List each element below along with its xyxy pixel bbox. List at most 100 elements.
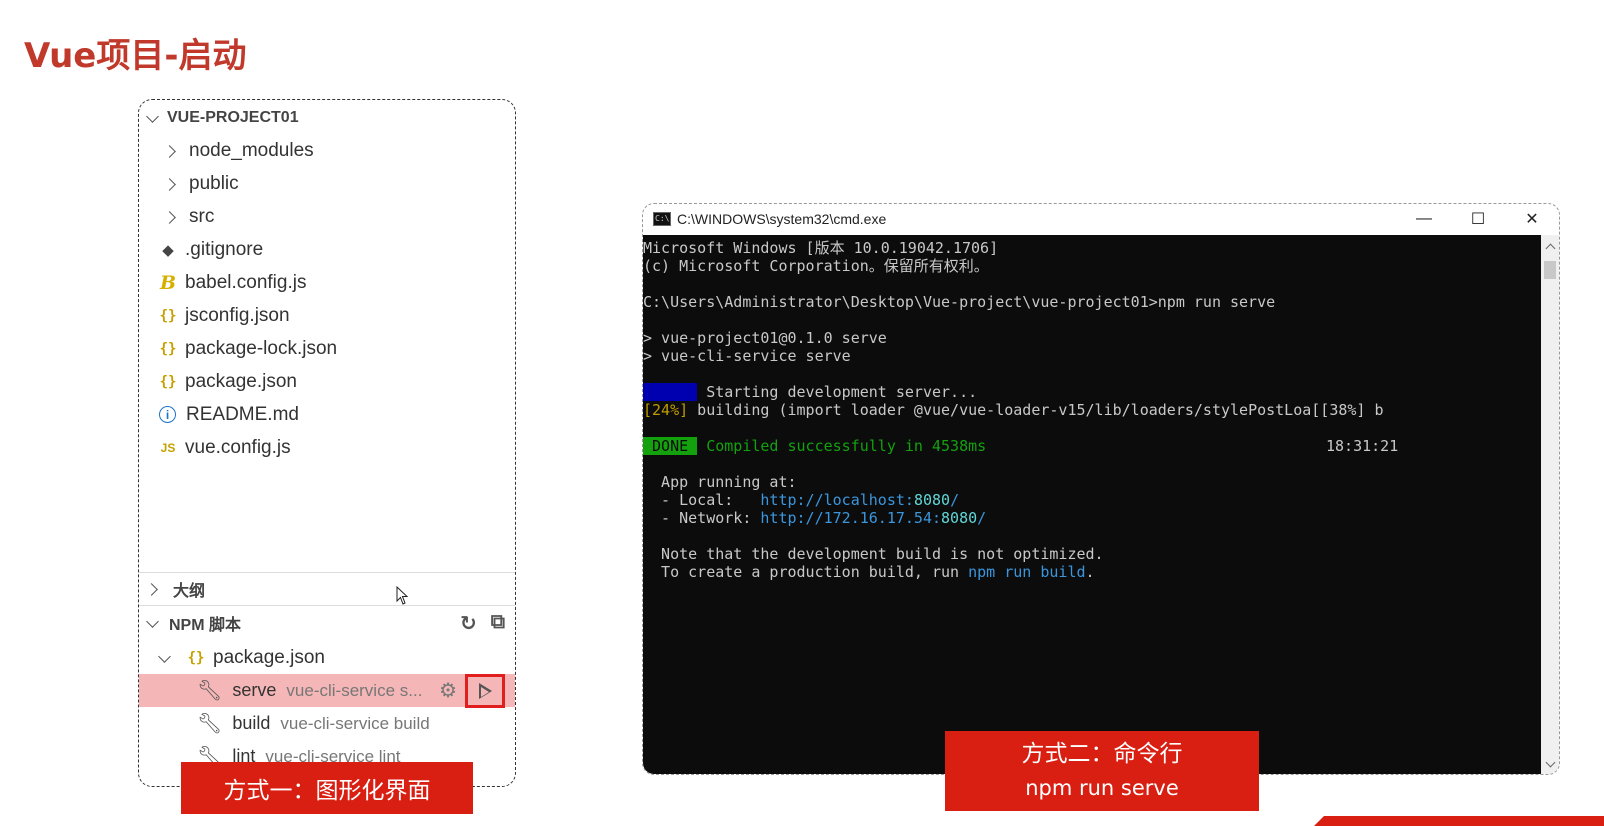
script-name: serve (232, 680, 277, 700)
json-icon: {} (159, 307, 177, 324)
chevron-right-icon (165, 177, 179, 191)
network-url: http://172.16.17.54: (760, 509, 942, 527)
cmd-title: C:\WINDOWS\system32\cmd.exe (677, 211, 887, 227)
caption-method-gui: 方式一：图形化界面 (181, 762, 473, 814)
script-command: vue-cli-service s... (286, 680, 423, 700)
refresh-icon[interactable]: ↻ (460, 611, 477, 636)
tree-item-label: README.md (186, 403, 299, 425)
run-script-button[interactable] (465, 674, 505, 708)
json-icon: {} (187, 649, 205, 666)
tree-item-file[interactable]: {} package-lock.json (139, 332, 515, 365)
json-icon: {} (159, 340, 177, 357)
tree-item-label: jsconfig.json (185, 304, 290, 326)
info-icon: i (159, 406, 176, 423)
scroll-down-icon[interactable] (1545, 757, 1556, 768)
npm-scripts-section[interactable]: NPM 脚本 ↻ ⧉ (139, 609, 515, 637)
caption-text: 方式一：图形化界面 (223, 778, 431, 804)
caption-text: 方式二：命令行 (1021, 741, 1183, 767)
cmd-titlebar[interactable]: C:\ C:\WINDOWS\system32\cmd.exe — ☐ ✕ (643, 204, 1559, 234)
terminal-text: To create a production build, run (643, 563, 969, 581)
progress-percent: [24%] (643, 401, 689, 419)
cmd-app-icon: C:\ (653, 212, 671, 226)
tree-item-file[interactable]: i README.md (139, 398, 515, 431)
minimize-icon[interactable]: — (1397, 204, 1451, 234)
tree-item-label: src (189, 205, 215, 227)
npm-package-item[interactable]: {} package.json (139, 641, 515, 674)
terminal-line: C:\Users\Administrator\Desktop\Vue-proje… (643, 293, 1276, 311)
local-port: 8080 (913, 491, 951, 509)
wrench-icon: 🔧︎ (197, 713, 223, 735)
caption-command: npm run serve (1025, 776, 1179, 800)
script-name: build (232, 713, 271, 733)
tree-item-file[interactable]: {} package.json (139, 365, 515, 398)
terminal-line: Note that the development build is not o… (643, 545, 1104, 563)
build-time: 18:31:21 (1326, 437, 1399, 455)
terminal-text: . (1085, 563, 1095, 581)
tree-item-folder[interactable]: src (139, 200, 515, 233)
tree-item-folder[interactable]: public (139, 167, 515, 200)
divider (139, 605, 515, 606)
cmd-window: C:\ C:\WINDOWS\system32\cmd.exe — ☐ ✕ Mi… (642, 203, 1560, 775)
terminal-line: To create a production build, run npm ru… (643, 563, 1543, 581)
terminal-line: DONE Compiled successfully in 4538ms 18:3… (643, 437, 1543, 455)
terminal-output[interactable]: Microsoft Windows [版本 10.0.19042.1706] (c… (643, 235, 1543, 774)
tree-item-label: vue.config.js (185, 436, 291, 458)
explorer-panel: VUE-PROJECT01 node_modules public src ◆ … (138, 99, 516, 787)
npm-script-build[interactable]: 🔧︎ build vue-cli-service build (139, 707, 515, 740)
terminal-line: [24%] building (import loader @vue/vue-l… (643, 401, 1543, 419)
chevron-down-icon (157, 651, 171, 665)
tree-item-folder[interactable]: node_modules (139, 134, 515, 167)
tree-item-label: babel.config.js (185, 271, 307, 293)
build-command: npm run build (968, 563, 1086, 581)
debug-icon[interactable]: ⚙ (439, 678, 457, 703)
terminal-text: Starting development server... (697, 383, 978, 401)
tree-item-label: public (189, 172, 239, 194)
close-icon[interactable]: ✕ (1505, 204, 1559, 234)
terminal-line: - Network: http://172.16.17.54:8080/ (643, 509, 1543, 527)
npm-actions: ↻ ⧉ (460, 611, 505, 636)
npm-script-serve[interactable]: 🔧︎ serve vue-cli-service s... ⚙ (139, 674, 515, 708)
tree-item-file[interactable]: {} jsconfig.json (139, 299, 515, 332)
tree-item-file[interactable]: B babel.config.js (139, 266, 515, 299)
done-tag: DONE (643, 437, 698, 455)
chevron-right-icon (165, 144, 179, 158)
tree-item-file[interactable]: JS vue.config.js (139, 431, 515, 464)
script-command: vue-cli-service build (280, 713, 430, 733)
npm-scripts-label: NPM 脚本 (169, 617, 242, 634)
terminal-text: building (import loader @vue/vue-loader-… (688, 401, 1384, 419)
divider (139, 572, 515, 573)
tree-item-label: package-lock.json (185, 337, 338, 359)
network-port: 8080 (941, 509, 978, 527)
tree-item-label: package.json (185, 370, 297, 392)
npm-package-label: package.json (213, 646, 325, 668)
terminal-text: - Local: (643, 491, 761, 509)
outline-section[interactable]: 大纲 (139, 575, 515, 603)
terminal-text: - Network: (643, 509, 761, 527)
terminal-line: > vue-cli-service serve (643, 347, 851, 365)
corner-decoration (1314, 816, 1604, 826)
maximize-icon[interactable]: ☐ (1451, 204, 1505, 234)
chevron-right-icon (165, 210, 179, 224)
scrollbar[interactable] (1541, 235, 1559, 774)
git-icon: ◆ (162, 241, 174, 259)
chevron-down-icon (145, 616, 159, 630)
terminal-line: (c) Microsoft Corporation。保留所有权利。 (643, 257, 989, 275)
terminal-line: > vue-project01@0.1.0 serve (643, 329, 887, 347)
project-header[interactable]: VUE-PROJECT01 (139, 106, 515, 130)
babel-icon: B (159, 271, 177, 294)
tree-item-file[interactable]: ◆ .gitignore (139, 233, 515, 266)
terminal-line: Microsoft Windows [版本 10.0.19042.1706] (643, 239, 999, 257)
scrollbar-thumb[interactable] (1544, 261, 1556, 279)
collapse-all-icon[interactable]: ⧉ (491, 611, 505, 636)
terminal-text: Compiled successfully in 4538ms (697, 437, 987, 455)
terminal-line: App running at: (643, 473, 797, 491)
terminal-line: - Local: http://localhost:8080/ (643, 491, 1543, 509)
wrench-icon: 🔧︎ (197, 680, 223, 702)
scroll-up-icon[interactable] (1545, 243, 1556, 254)
